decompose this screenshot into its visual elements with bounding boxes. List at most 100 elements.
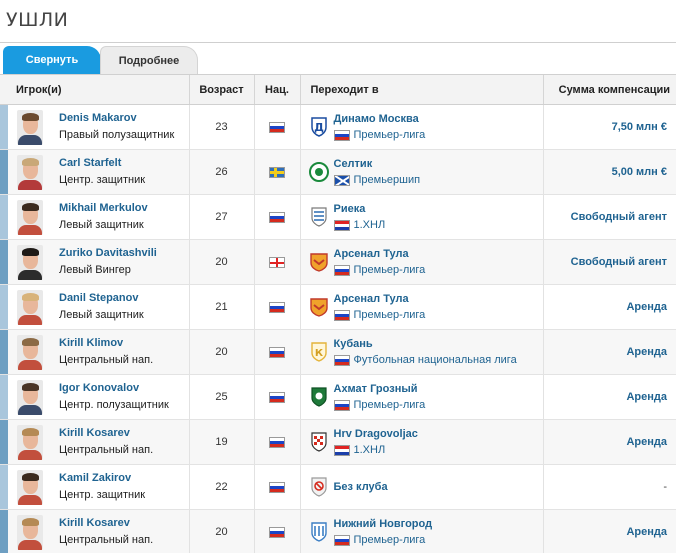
player-photo[interactable]	[17, 199, 43, 235]
row-indicator	[0, 194, 8, 240]
nationality-flag-icon[interactable]	[269, 527, 285, 539]
player-photo[interactable]	[17, 469, 43, 505]
league-name: Премьер-лига	[353, 534, 426, 546]
transfer-fee[interactable]: Свободный агент	[542, 239, 676, 285]
player-age: 25	[188, 374, 254, 420]
league-link[interactable]: 1.ХНЛ	[333, 217, 385, 233]
league-link[interactable]: Премьер-лига	[333, 262, 425, 278]
club-name-link[interactable]: Ахмат Грозный	[334, 381, 426, 397]
nationality-flag-icon[interactable]	[269, 167, 285, 179]
player-position: Центр. полузащитник	[59, 399, 169, 411]
column-header-fee[interactable]: Сумма компенсации	[542, 74, 676, 105]
nationality-flag-icon[interactable]	[269, 437, 285, 449]
arsenal-tula-crest-icon[interactable]	[309, 251, 329, 273]
player-name-link[interactable]: Carl Starfelt	[59, 155, 145, 172]
destination-cell: Ахмат Грозный Премьер-лига	[299, 374, 543, 420]
league-link[interactable]: Футбольная национальная лига	[333, 352, 517, 368]
club-name-link[interactable]: Селтик	[334, 156, 421, 172]
transfer-fee[interactable]: 5,00 млн €	[542, 149, 676, 195]
akhmat-crest-icon[interactable]	[309, 386, 329, 408]
player-photo[interactable]	[17, 379, 43, 415]
nizhny-novgorod-crest-icon[interactable]	[309, 521, 329, 543]
kuban-crest-icon[interactable]: К	[309, 341, 329, 363]
club-name-link[interactable]: Арсенал Тула	[334, 291, 426, 307]
svg-text:К: К	[314, 348, 323, 359]
transfer-fee[interactable]: Аренда	[542, 419, 676, 465]
destination-cell: Д Динамо Москва Премьер-лига	[299, 104, 543, 150]
player-photo[interactable]	[17, 109, 43, 145]
nationality-cell	[253, 149, 300, 195]
player-name-link[interactable]: Kirill Kosarev	[59, 515, 153, 532]
nationality-flag-icon[interactable]	[269, 482, 285, 494]
league-country-flag-icon	[333, 399, 350, 411]
nationality-cell	[253, 419, 300, 465]
league-link[interactable]: Премьер-лига	[333, 397, 425, 413]
player-photo[interactable]	[17, 334, 43, 370]
player-cell: Zuriko Davitashvili Левый Вингер	[8, 239, 189, 285]
rijeka-crest-icon[interactable]	[309, 206, 329, 228]
celtic-crest-icon[interactable]	[308, 161, 329, 183]
nationality-flag-icon[interactable]	[269, 212, 285, 224]
no-club-icon[interactable]	[309, 476, 329, 498]
player-name-link[interactable]: Zuriko Davitashvili	[59, 245, 157, 262]
league-country-flag-icon	[333, 129, 350, 141]
nationality-cell	[253, 374, 300, 420]
player-cell: Carl Starfelt Центр. защитник	[8, 149, 189, 195]
column-header-player[interactable]: Игрок(и)	[0, 74, 189, 105]
player-name-link[interactable]: Mikhail Merkulov	[59, 200, 148, 217]
column-header-nationality[interactable]: Нац.	[253, 74, 300, 105]
club-name-link[interactable]: Hrv Dragovoljac	[334, 426, 418, 442]
nationality-flag-icon[interactable]	[269, 302, 285, 314]
nationality-flag-icon[interactable]	[269, 392, 285, 404]
nationality-flag-icon[interactable]	[269, 257, 285, 269]
club-name-link[interactable]: Арсенал Тула	[334, 246, 426, 262]
player-position: Левый защитник	[59, 219, 144, 231]
league-link[interactable]: Премьершип	[333, 172, 420, 188]
player-name-link[interactable]: Denis Makarov	[59, 110, 174, 127]
player-cell: Igor Konovalov Центр. полузащитник	[8, 374, 189, 420]
transfer-fee: -	[542, 464, 676, 510]
league-link[interactable]: Премьер-лига	[333, 307, 425, 323]
tab-details[interactable]: Подробнее	[100, 46, 198, 74]
nationality-flag-icon[interactable]	[269, 122, 285, 134]
player-photo[interactable]	[17, 424, 43, 460]
player-name-link[interactable]: Danil Stepanov	[59, 290, 144, 307]
league-link[interactable]: 1.ХНЛ	[333, 442, 418, 458]
league-link[interactable]: Премьер-лига	[333, 127, 425, 143]
player-photo[interactable]	[17, 244, 43, 280]
transfer-fee[interactable]: Аренда	[542, 374, 676, 420]
nationality-flag-icon[interactable]	[269, 347, 285, 359]
player-name-link[interactable]: Igor Konovalov	[59, 380, 169, 397]
column-header-age[interactable]: Возраст	[188, 74, 254, 105]
player-age: 20	[188, 509, 254, 553]
league-link[interactable]: Премьер-лига	[333, 532, 433, 548]
arsenal-tula-crest-icon[interactable]	[309, 296, 329, 318]
player-name-link[interactable]: Kirill Kosarev	[59, 425, 153, 442]
player-photo[interactable]	[17, 154, 43, 190]
destination-cell: Без клуба	[299, 464, 543, 510]
transfer-fee[interactable]: Аренда	[542, 284, 676, 330]
player-position: Центральный нап.	[59, 354, 154, 366]
transfer-fee[interactable]: Свободный агент	[542, 194, 676, 240]
nationality-cell	[253, 104, 300, 150]
player-photo[interactable]	[17, 289, 43, 325]
club-name-link[interactable]: Кубань	[334, 336, 517, 352]
player-photo[interactable]	[17, 514, 43, 550]
row-indicator	[0, 104, 8, 150]
dragovoljac-crest-icon[interactable]	[309, 431, 329, 453]
player-name-link[interactable]: Kirill Klimov	[59, 335, 153, 352]
transfer-fee[interactable]: Аренда	[542, 509, 676, 553]
transfer-fee[interactable]: Аренда	[542, 329, 676, 375]
club-name-link[interactable]: Динамо Москва	[334, 111, 426, 127]
club-name-link[interactable]: Риека	[334, 201, 386, 217]
svg-text:Д: Д	[314, 121, 324, 134]
league-country-flag-icon	[333, 309, 350, 321]
tab-collapse[interactable]: Свернуть	[3, 46, 101, 74]
transfer-fee[interactable]: 7,50 млн €	[542, 104, 676, 150]
dinamo-moscow-crest-icon[interactable]: Д	[309, 116, 329, 138]
destination-cell: Hrv Dragovoljac 1.ХНЛ	[299, 419, 543, 465]
column-header-destination[interactable]: Переходит в	[299, 74, 543, 105]
club-name-link[interactable]: Нижний Новгород	[334, 516, 433, 532]
player-name-link[interactable]: Kamil Zakirov	[59, 470, 145, 487]
club-name-link[interactable]: Без клуба	[334, 479, 388, 495]
